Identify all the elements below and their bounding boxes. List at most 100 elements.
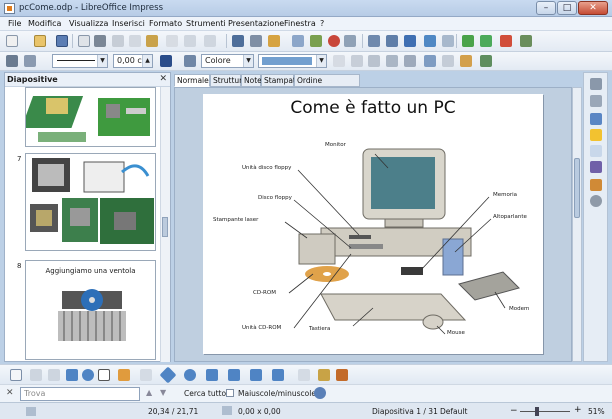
maximize-button[interactable]: □: [557, 1, 577, 15]
transform-icon[interactable]: [351, 55, 363, 67]
master-pages-icon[interactable]: [590, 113, 602, 125]
current-slide[interactable]: Come è fatto un PC Monitor Unità disco f…: [203, 94, 543, 354]
master-slides-icon[interactable]: [386, 35, 398, 47]
arrange-icon[interactable]: [386, 55, 398, 67]
menu-inserisci[interactable]: Inserisci: [112, 19, 145, 28]
editing-area-scrollbar[interactable]: [572, 87, 582, 362]
menu-modifica[interactable]: Modifica: [28, 19, 61, 28]
menu-strumenti[interactable]: Strumenti: [186, 19, 226, 28]
table-icon[interactable]: [292, 35, 304, 47]
interaction-icon[interactable]: [480, 55, 492, 67]
print-icon[interactable]: [94, 35, 106, 47]
sidebar-menu-icon[interactable]: [590, 78, 602, 90]
slide-thumbnail-8[interactable]: Aggiungiamo una ventola: [25, 260, 156, 360]
area-icon[interactable]: [184, 55, 196, 67]
fill-color-select[interactable]: ▼: [258, 54, 327, 68]
block-arrows-icon[interactable]: [206, 369, 218, 381]
line-tool-icon[interactable]: [30, 369, 42, 381]
gallery-sidebar-icon[interactable]: [590, 179, 602, 191]
menu-visualizza[interactable]: Visualizza: [69, 19, 108, 28]
save-icon[interactable]: [56, 35, 68, 47]
zoom-level[interactable]: 51%: [588, 407, 605, 416]
tab-normale[interactable]: Normale: [174, 74, 210, 87]
copy-icon[interactable]: [129, 35, 141, 47]
duplicate-slide-icon[interactable]: [480, 35, 492, 47]
select-arrow-icon[interactable]: [10, 369, 22, 381]
stars-icon[interactable]: [272, 369, 284, 381]
paste-icon[interactable]: [146, 35, 158, 47]
navigator-icon[interactable]: [268, 35, 280, 47]
chart-icon[interactable]: [328, 35, 340, 47]
zoom-slider-handle[interactable]: [535, 407, 539, 416]
ellipse-icon[interactable]: [82, 369, 94, 381]
search-icon[interactable]: [314, 387, 326, 399]
find-next-icon[interactable]: ▼: [160, 388, 166, 397]
menu-help[interactable]: ?: [320, 19, 324, 28]
curve-icon[interactable]: [118, 369, 130, 381]
arrow-line-icon[interactable]: [48, 369, 60, 381]
slide-editing-area[interactable]: Come è fatto un PC Monitor Unità disco f…: [174, 87, 572, 362]
flowchart-icon[interactable]: [228, 369, 240, 381]
spellcheck-icon[interactable]: [232, 35, 244, 47]
3d-object-icon[interactable]: [460, 55, 472, 67]
find-previous-icon[interactable]: ▲: [146, 388, 152, 397]
fontwork-icon[interactable]: [318, 369, 330, 381]
start-slideshow-icon[interactable]: [404, 35, 416, 47]
display-views-icon[interactable]: [424, 35, 436, 47]
tab-struttura[interactable]: Struttura: [210, 74, 247, 87]
line-icon[interactable]: [6, 55, 18, 67]
slide-show-icon[interactable]: [520, 35, 532, 47]
edit-file-icon[interactable]: [78, 35, 90, 47]
symbol-shapes-icon[interactable]: [184, 369, 196, 381]
slide-sorter-icon[interactable]: [442, 35, 454, 47]
tab-ordine-diapositive[interactable]: Ordine diapositive: [294, 74, 360, 96]
close-find-icon[interactable]: ✕: [6, 388, 14, 398]
line-width-field[interactable]: 0,00 cm ▲: [113, 54, 153, 68]
points-icon[interactable]: [298, 369, 310, 381]
menu-finestra[interactable]: Finestra: [284, 19, 316, 28]
slide-thumbnail-7[interactable]: [25, 153, 156, 251]
new-slide-icon[interactable]: [462, 35, 474, 47]
slide-transition-icon[interactable]: [590, 145, 602, 157]
insert-image-icon[interactable]: [336, 369, 348, 381]
menu-presentazione[interactable]: Presentazione: [228, 19, 284, 28]
open-folder-icon[interactable]: [34, 35, 46, 47]
slide-layout-icon[interactable]: [368, 35, 380, 47]
new-document-icon[interactable]: [6, 35, 18, 47]
slide-thumbnail-6[interactable]: [25, 87, 156, 147]
menu-formato[interactable]: Formato: [149, 19, 182, 28]
styles-icon[interactable]: [590, 161, 602, 173]
text-icon[interactable]: [98, 369, 110, 381]
basic-shapes-icon[interactable]: [159, 366, 177, 384]
undo-icon[interactable]: [184, 35, 196, 47]
send-backward-icon[interactable]: [424, 55, 436, 67]
arrow-style-icon[interactable]: [24, 55, 36, 67]
navigator-sidebar-icon[interactable]: [590, 195, 602, 207]
close-button[interactable]: ✕: [578, 1, 608, 15]
gallery-icon[interactable]: [344, 35, 356, 47]
slides-pane-scrollbar[interactable]: [160, 87, 170, 362]
tab-note[interactable]: Note: [241, 74, 262, 87]
custom-animation-icon[interactable]: [590, 129, 602, 141]
shadow-icon[interactable]: [333, 55, 345, 67]
connector-icon[interactable]: [140, 369, 152, 381]
delete-slide-icon[interactable]: [500, 35, 512, 47]
minimize-button[interactable]: –: [536, 1, 556, 15]
redo-icon[interactable]: [204, 35, 216, 47]
line-color-icon[interactable]: [160, 55, 172, 67]
tab-stampati[interactable]: Stampati: [261, 74, 298, 87]
area-style-select[interactable]: Colore ▼: [201, 54, 254, 68]
zoom-out-icon[interactable]: −: [510, 406, 518, 416]
group-icon[interactable]: [442, 55, 454, 67]
match-case-checkbox[interactable]: [226, 389, 234, 397]
clone-formatting-icon[interactable]: [166, 35, 178, 47]
line-style-select[interactable]: ▼: [52, 54, 108, 68]
bring-forward-icon[interactable]: [404, 55, 416, 67]
properties-icon[interactable]: [590, 95, 602, 107]
align-icon[interactable]: [368, 55, 380, 67]
find-replace-icon[interactable]: [250, 35, 262, 47]
find-all-button[interactable]: Cerca tutto: [184, 389, 226, 398]
cut-icon[interactable]: [112, 35, 124, 47]
rectangle-icon[interactable]: [66, 369, 78, 381]
zoom-slider[interactable]: [520, 411, 570, 412]
